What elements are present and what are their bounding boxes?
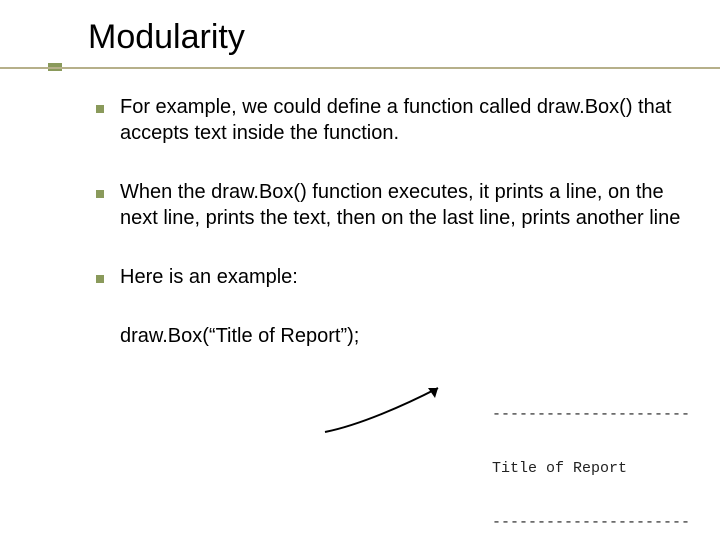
- bullet-item: When the draw.Box() function executes, i…: [96, 180, 692, 231]
- slide-body: For example, we could define a function …: [88, 95, 692, 348]
- bullet-list: For example, we could define a function …: [96, 95, 692, 291]
- slide: Modularity For example, we could define …: [0, 0, 720, 540]
- output-line: ----------------------: [492, 406, 690, 424]
- title-underline: [88, 63, 692, 75]
- output-line: ----------------------: [492, 514, 690, 532]
- code-output: ---------------------- Title of Report -…: [492, 370, 690, 540]
- code-call: draw.Box(“Title of Report”);: [120, 325, 692, 348]
- slide-title: Modularity: [88, 18, 692, 57]
- underline-rule: [0, 67, 720, 69]
- bullet-item: For example, we could define a function …: [96, 95, 692, 146]
- arrow-icon: [320, 380, 450, 440]
- bullet-item: Here is an example:: [96, 265, 692, 291]
- output-line: Title of Report: [492, 460, 690, 478]
